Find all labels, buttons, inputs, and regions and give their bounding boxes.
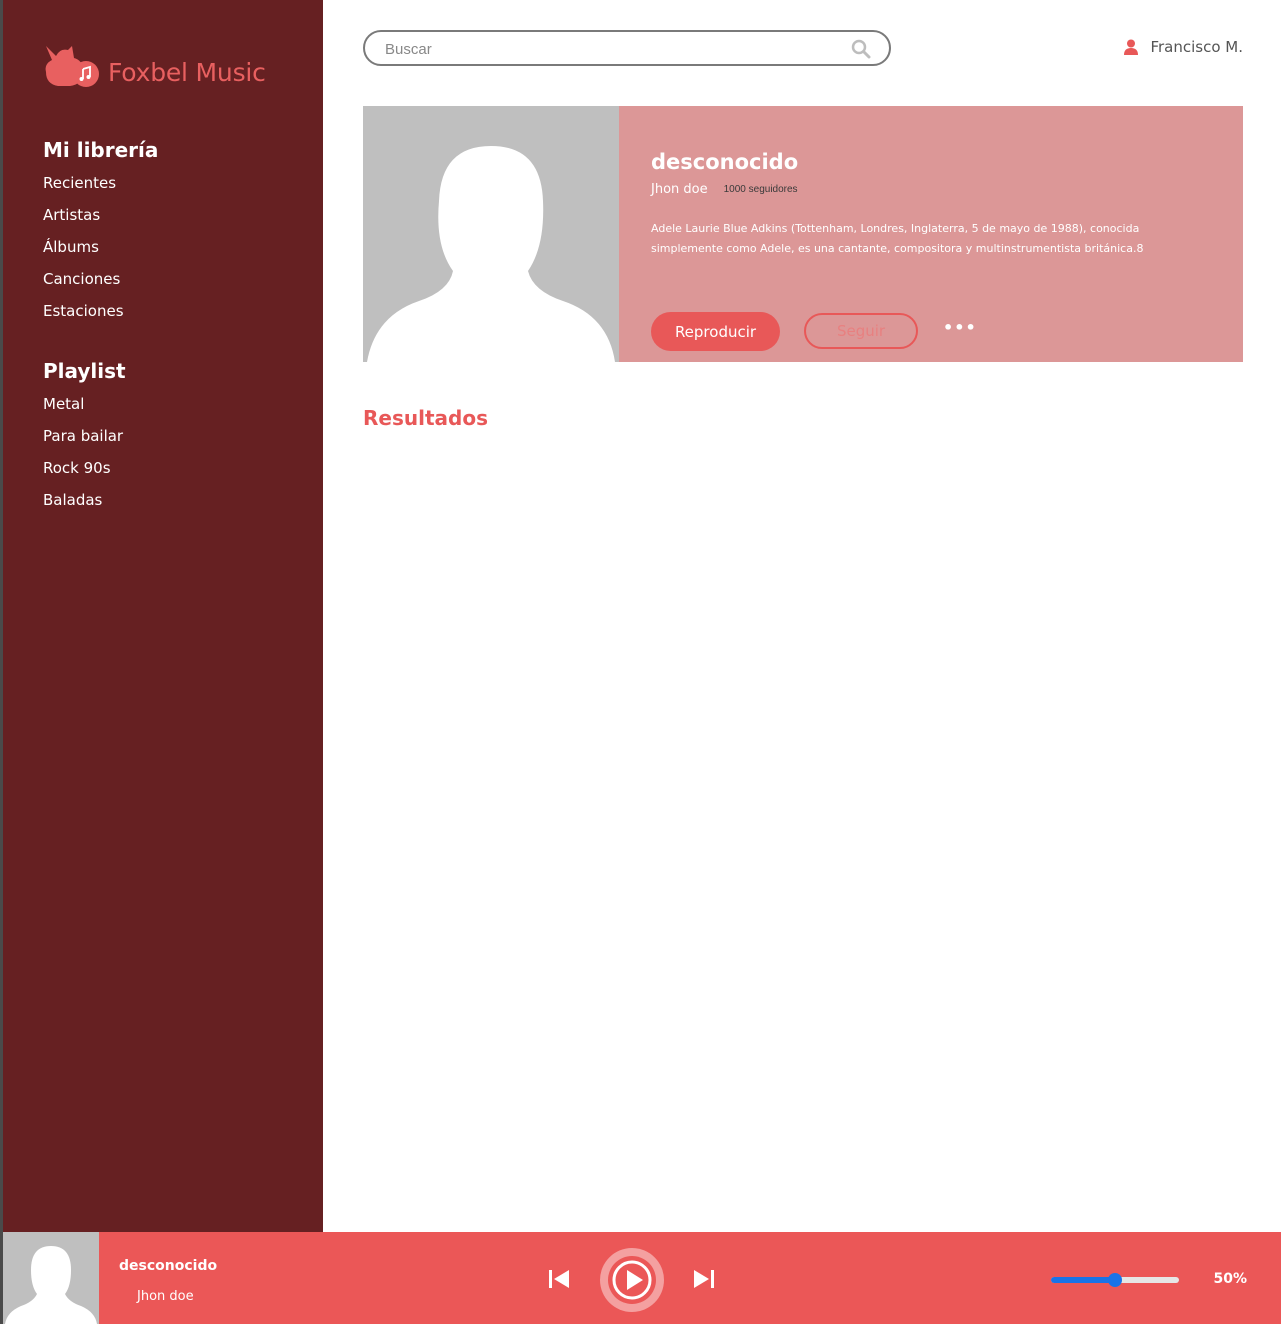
user-icon	[1124, 39, 1139, 55]
playlist-item-para-bailar[interactable]: Para bailar	[43, 423, 126, 455]
more-options-button[interactable]: •••	[943, 320, 976, 340]
artist-meta: Jhon doe 1000 seguidores	[651, 182, 1211, 197]
play-pause-button[interactable]	[600, 1248, 664, 1312]
search-icon[interactable]	[851, 39, 871, 59]
search-input[interactable]	[385, 38, 825, 60]
volume-knob[interactable]	[1108, 1273, 1122, 1287]
library-nav: Mi librería Recientes Artistas Álbums Ca…	[43, 138, 158, 330]
sidebar-item-artistas[interactable]: Artistas	[43, 202, 158, 234]
playlist-item-baladas[interactable]: Baladas	[43, 487, 126, 519]
user-name: Francisco M.	[1150, 38, 1243, 56]
sidebar: Foxbel Music Mi librería Recientes Artis…	[3, 0, 323, 1232]
brand-logo[interactable]: Foxbel Music	[42, 44, 266, 90]
volume-label: 50%	[1213, 1271, 1247, 1287]
sidebar-item-estaciones[interactable]: Estaciones	[43, 298, 158, 330]
next-track-icon[interactable]	[692, 1268, 716, 1290]
library-title: Mi librería	[43, 138, 159, 162]
fox-music-logo-icon	[45, 46, 99, 87]
artist-bio: Adele Laurie Blue Adkins (Tottenham, Lon…	[651, 222, 1144, 255]
search-bar	[363, 30, 891, 66]
volume-slider[interactable]	[1051, 1272, 1179, 1288]
artist-photo	[363, 106, 619, 362]
artist-author: Jhon doe	[651, 182, 708, 197]
playlist-item-metal[interactable]: Metal	[43, 391, 126, 423]
playlist-title: Playlist	[43, 359, 126, 383]
volume-fill	[1051, 1277, 1115, 1283]
sidebar-item-canciones[interactable]: Canciones	[43, 266, 158, 298]
play-button[interactable]: Reproducir	[651, 312, 780, 351]
artist-followers: 1000 seguidores	[723, 184, 798, 195]
artist-name: desconocido	[651, 150, 799, 174]
now-playing-title: desconocido	[119, 1258, 218, 1274]
sidebar-item-albums[interactable]: Álbums	[43, 234, 158, 266]
now-playing-artist: Jhon doe	[137, 1289, 194, 1304]
playlist-item-rock-90s[interactable]: Rock 90s	[43, 455, 126, 487]
results-title: Resultados	[363, 406, 488, 430]
sidebar-item-recientes[interactable]: Recientes	[43, 170, 158, 202]
play-icon	[608, 1256, 656, 1304]
follow-button[interactable]: Seguir	[804, 313, 918, 349]
playlist-nav: Playlist Metal Para bailar Rock 90s Bala…	[43, 359, 126, 519]
now-playing-thumbnail	[3, 1232, 99, 1324]
artist-card: desconocido Jhon doe 1000 seguidores Ade…	[363, 106, 1243, 362]
previous-track-icon[interactable]	[547, 1268, 571, 1290]
avatar-silhouette-icon	[367, 146, 615, 362]
artist-info: desconocido Jhon doe 1000 seguidores Ade…	[651, 150, 1211, 259]
user-menu[interactable]: Francisco M.	[1124, 38, 1243, 56]
avatar-silhouette-icon	[5, 1246, 97, 1324]
brand-name: Foxbel Music	[108, 57, 266, 87]
player-bar: desconocido Jhon doe 50%	[3, 1232, 1281, 1324]
